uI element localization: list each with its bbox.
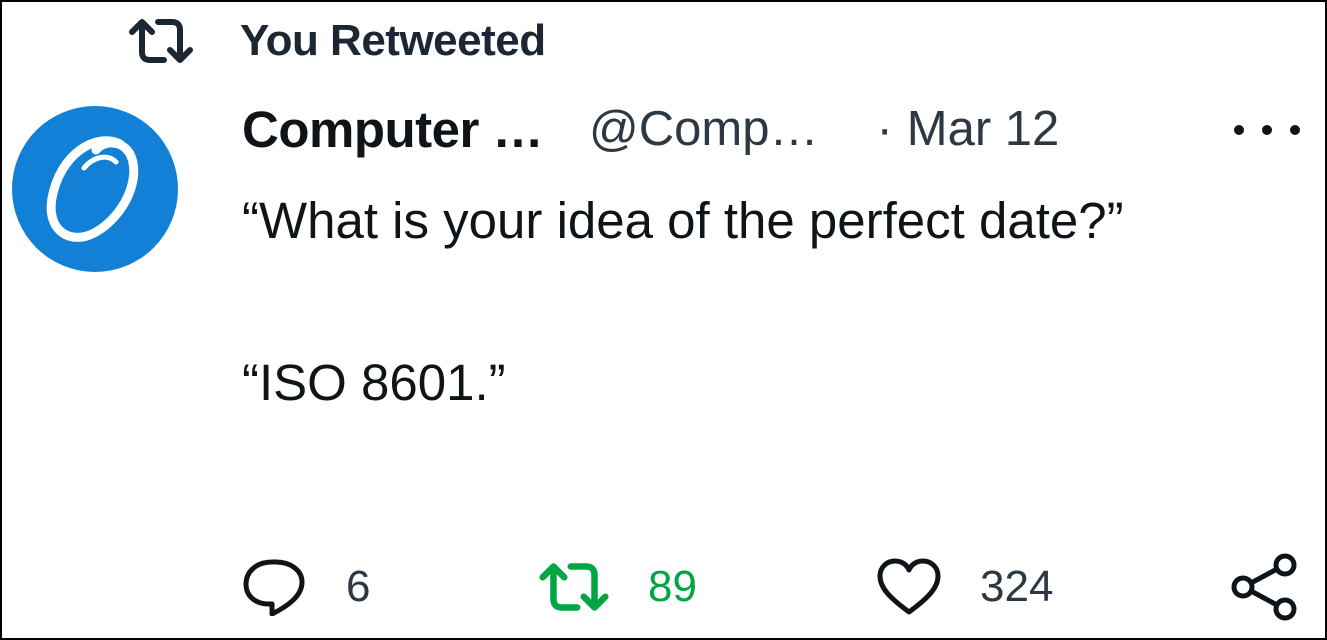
tweet-text: “What is your idea of the perfect date?”… xyxy=(242,180,1292,423)
like-count: 324 xyxy=(980,562,1054,611)
retweet-icon xyxy=(129,19,193,63)
retweet-button[interactable]: 89 xyxy=(538,548,697,626)
avatar-logo-icon xyxy=(46,136,139,242)
tweet-card[interactable]: You Retweeted Computer … @Comp… · Mar 12… xyxy=(0,0,1327,640)
reply-count: 6 xyxy=(346,562,371,611)
heart-icon xyxy=(877,558,941,615)
retweet-context-label: You Retweeted xyxy=(240,16,546,65)
avatar[interactable] xyxy=(12,106,178,272)
tweet-text-line: “ISO 8601.” xyxy=(242,354,506,411)
tweet-date[interactable]: Mar 12 xyxy=(907,101,1060,157)
retweet-icon xyxy=(539,563,609,611)
more-dot-icon xyxy=(1234,125,1244,135)
author-handle[interactable]: @Comp… xyxy=(589,101,818,157)
share-button[interactable] xyxy=(1228,548,1300,626)
more-dot-icon xyxy=(1262,125,1272,135)
tweet-header: Computer … @Comp… · Mar 12 xyxy=(242,98,1059,160)
separator-dot: · xyxy=(876,102,893,156)
retweet-context: You Retweeted xyxy=(128,16,546,66)
action-bar: 6 89 324 xyxy=(2,548,1325,628)
reply-button[interactable]: 6 xyxy=(242,548,370,626)
share-icon xyxy=(1231,553,1297,621)
more-options-button[interactable] xyxy=(1234,110,1300,150)
reply-icon xyxy=(243,559,305,616)
like-button[interactable]: 324 xyxy=(876,548,1053,626)
author-name[interactable]: Computer … xyxy=(242,100,544,159)
more-dot-icon xyxy=(1290,125,1300,135)
tweet-text-line: “What is your idea of the perfect date?” xyxy=(242,192,1124,249)
retweet-count: 89 xyxy=(648,562,697,611)
